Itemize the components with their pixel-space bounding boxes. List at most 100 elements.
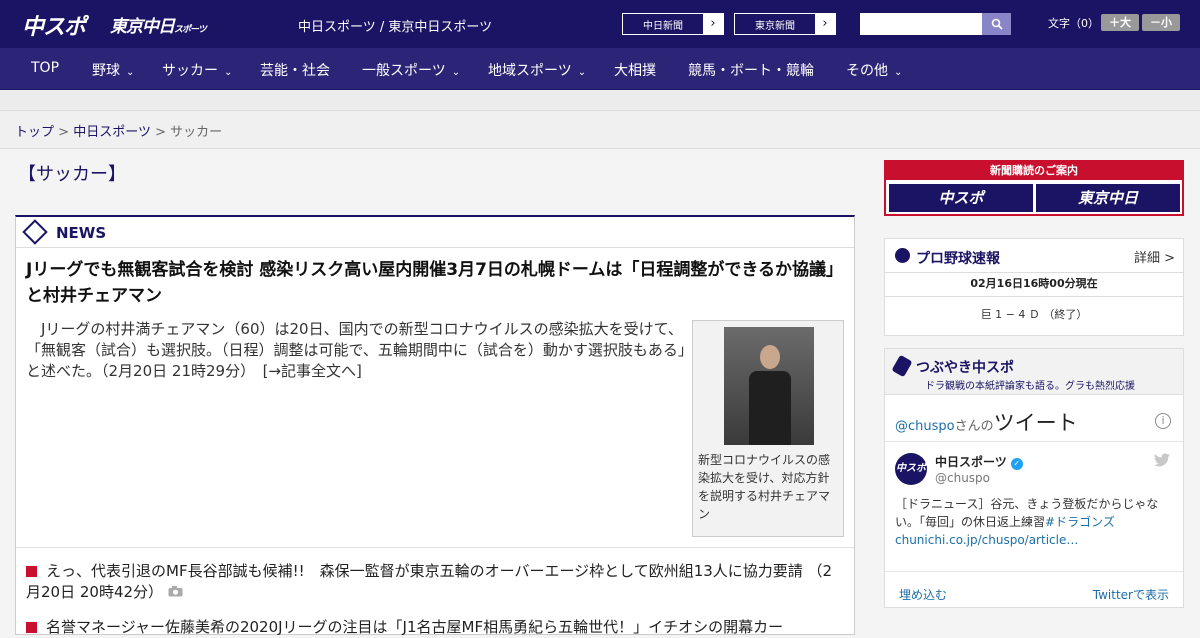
nav-item-baseball[interactable]: 野球 ⌄ bbox=[92, 60, 134, 80]
timeline-title: @chuspoさんのツイート bbox=[895, 407, 1078, 437]
article-lead[interactable]: Jリーグの村井満チェアマン（60）は20日、国内での新型コロナウイルスの感染拡大… bbox=[26, 319, 686, 382]
nav-item-label: サッカー bbox=[162, 63, 218, 79]
pro-baseball-header: プロ野球速報 詳細 > bbox=[885, 239, 1183, 273]
tokyo-shimbun-button[interactable]: 東京新聞 › bbox=[734, 13, 836, 35]
nav-item-soccer[interactable]: サッカー ⌄ bbox=[162, 60, 232, 80]
chunichi-shimbun-label: 中日新聞 bbox=[643, 21, 683, 32]
view-on-twitter-link[interactable]: Twitterで表示 bbox=[1093, 586, 1169, 603]
breadcrumb: トップ > 中日スポーツ > サッカー bbox=[0, 111, 1200, 149]
list-item[interactable]: えっ、代表引退のMF長谷部誠も候補!! 森保一監督が東京五輪のオーバーエージ枠と… bbox=[26, 561, 846, 603]
megaphone-icon bbox=[891, 354, 913, 378]
font-smaller-button[interactable]: －小 bbox=[1142, 14, 1180, 31]
timeline-handle-link[interactable]: @chuspo bbox=[895, 419, 955, 434]
headline-link[interactable]: Jリーグでも無観客試合を検討 感染リスク高い屋内開催3月7日の札幌ドームは「日程… bbox=[26, 257, 846, 309]
tweet-hashtag-link[interactable]: #ドラゴンズ bbox=[1045, 515, 1115, 529]
tokyo-chunichi-logo[interactable]: 東京中日スポーツ bbox=[110, 12, 207, 37]
tweet-author-name-text: 中日スポーツ bbox=[935, 455, 1007, 469]
divider bbox=[885, 441, 1183, 442]
font-size-label: 文字（0） bbox=[1048, 17, 1099, 30]
list-item-text: えっ、代表引退のMF長谷部誠も候補!! 森保一監督が東京五輪のオーバーエージ枠と… bbox=[26, 562, 833, 601]
subscription-banner[interactable]: 新聞購読のご案内 中スポ 東京中日 bbox=[884, 160, 1184, 216]
nav-item-sumo[interactable]: 大相撲 bbox=[614, 60, 656, 80]
pro-baseball-score[interactable]: 巨 1 − 4 Ｄ （終了） bbox=[885, 297, 1183, 333]
tweet-url-link[interactable]: chunichi.co.jp/chuspo/article… bbox=[895, 533, 1078, 547]
breadcrumb-home-link[interactable]: トップ bbox=[15, 125, 54, 140]
bullet-icon bbox=[26, 622, 37, 633]
breadcrumb-current: サッカー bbox=[170, 125, 223, 140]
divider bbox=[16, 547, 854, 548]
nav-item-general-sports[interactable]: 一般スポーツ ⌄ bbox=[362, 60, 460, 80]
search-button[interactable] bbox=[982, 13, 1011, 35]
site-tagline: 中日スポーツ / 東京中日スポーツ bbox=[298, 20, 493, 35]
camera-icon bbox=[168, 586, 183, 597]
verified-icon: ✓ bbox=[1010, 458, 1023, 470]
tweet-author-name[interactable]: 中日スポーツ ✓ bbox=[935, 453, 1023, 470]
chevron-down-icon: ⌄ bbox=[126, 67, 135, 78]
chevron-right-icon: › bbox=[703, 14, 723, 34]
page-title: 【サッカー】 bbox=[18, 164, 126, 185]
news-header: NEWS bbox=[16, 217, 854, 248]
nav-item-entertainment[interactable]: 芸能・社会 bbox=[260, 60, 330, 80]
search-input[interactable] bbox=[860, 13, 982, 35]
breadcrumb-separator: > bbox=[155, 125, 166, 140]
bullet-icon bbox=[26, 566, 37, 577]
tweet-text: ［ドラニュース］谷元、きょう登板だからじゃない。「毎回」の休日返上練習#ドラゴン… bbox=[895, 495, 1173, 549]
twitter-widget-header: つぶやき中スポ ドラ観戦の本紙評論家も語る。グラも熱烈応援 bbox=[885, 349, 1183, 395]
chevron-down-icon: ⌄ bbox=[224, 67, 233, 78]
timeline-san: さんの bbox=[954, 419, 994, 434]
pro-baseball-title: プロ野球速報 bbox=[916, 251, 1000, 267]
nav-item-label: 野球 bbox=[92, 63, 120, 79]
news-label: NEWS bbox=[56, 224, 107, 242]
news-panel: NEWS Jリーグでも無観客試合を検討 感染リスク高い屋内開催3月7日の札幌ドー… bbox=[15, 215, 855, 638]
photo-caption: 新型コロナウイルスの感染拡大を受け、対応方針を説明する村井チェアマン bbox=[698, 453, 831, 521]
pro-baseball-detail-link[interactable]: 詳細 > bbox=[1134, 247, 1175, 266]
baseball-icon bbox=[895, 248, 910, 263]
nav-item-label: その他 bbox=[846, 63, 888, 79]
tokyo-chunichi-logo-text: 東京中日 bbox=[110, 17, 175, 37]
tokyo-shimbun-label: 東京新聞 bbox=[755, 21, 795, 32]
nav-item-label: 一般スポーツ bbox=[362, 63, 446, 79]
tokyo-chunichi-subscribe-logo[interactable]: 東京中日 bbox=[1036, 184, 1180, 212]
embed-link[interactable]: 埋め込む bbox=[899, 586, 947, 603]
chevron-down-icon: ⌄ bbox=[577, 67, 587, 78]
nav-item-label: 地域スポーツ bbox=[488, 63, 572, 79]
ad-band bbox=[0, 90, 1200, 111]
chuspo-logo[interactable]: 中スポ bbox=[22, 9, 86, 41]
photo-body bbox=[749, 371, 791, 445]
breadcrumb-section-link[interactable]: 中日スポーツ bbox=[73, 125, 151, 140]
twitter-widget-title: つぶやき中スポ bbox=[916, 360, 1014, 376]
chunichi-shimbun-button[interactable]: 中日新聞 › bbox=[622, 13, 724, 35]
pro-baseball-widget: プロ野球速報 詳細 > 02月16日16時00分現在 巨 1 − 4 Ｄ （終了… bbox=[884, 238, 1184, 336]
subscription-title: 新聞購読のご案内 bbox=[886, 162, 1182, 180]
tweet-author-handle[interactable]: @chuspo bbox=[935, 471, 990, 485]
divider bbox=[885, 571, 1183, 572]
tokyo-chunichi-logo-small: スポーツ bbox=[174, 25, 207, 35]
chuspo-subscribe-logo[interactable]: 中スポ bbox=[889, 184, 1033, 212]
twitter-bird-icon[interactable] bbox=[1154, 453, 1171, 467]
twitter-widget-subtitle: ドラ観戦の本紙評論家も語る。グラも熱烈応援 bbox=[925, 381, 1135, 392]
main-nav: TOP 野球 ⌄ サッカー ⌄ 芸能・社会 一般スポーツ ⌄ 地域スポーツ ⌄ 大相撲 … bbox=[0, 48, 1200, 90]
tweet-body: ［ドラニュース］谷元、きょう登板だからじゃない。「毎回」の休日返上練習 bbox=[895, 497, 1159, 529]
pro-baseball-time: 02月16日16時00分現在 bbox=[885, 273, 1183, 297]
avatar[interactable]: 中スポ bbox=[895, 453, 927, 485]
info-icon[interactable]: i bbox=[1155, 413, 1171, 429]
timeline-tweets-label: ツイート bbox=[993, 411, 1078, 435]
font-bigger-button[interactable]: ＋大 bbox=[1101, 14, 1139, 31]
search-icon bbox=[991, 18, 1003, 30]
nav-item-other[interactable]: その他 ⌄ bbox=[846, 60, 902, 80]
list-item-text: 名誉マネージャー佐藤美希の2020Jリーグの注目は「J1名古屋MF相馬勇紀ら五輪… bbox=[46, 618, 784, 636]
photo-face bbox=[760, 345, 780, 369]
photo-image bbox=[724, 327, 814, 445]
header-bar: 中スポ 東京中日スポーツ 中日スポーツ / 東京中日スポーツ 中日新聞 › 東京新… bbox=[0, 0, 1200, 48]
breadcrumb-separator: > bbox=[58, 125, 70, 140]
chevron-down-icon: ⌄ bbox=[451, 67, 461, 78]
article-photo[interactable]: 新型コロナウイルスの感染拡大を受け、対応方針を説明する村井チェアマン bbox=[692, 320, 844, 537]
list-item[interactable]: 名誉マネージャー佐藤美希の2020Jリーグの注目は「J1名古屋MF相馬勇紀ら五輪… bbox=[26, 617, 846, 638]
twitter-widget: つぶやき中スポ ドラ観戦の本紙評論家も語る。グラも熱烈応援 @chuspoさんの… bbox=[884, 348, 1184, 608]
nav-item-top[interactable]: TOP bbox=[31, 60, 59, 76]
nav-item-local-sports[interactable]: 地域スポーツ ⌄ bbox=[488, 60, 586, 80]
chevron-down-icon: ⌄ bbox=[894, 67, 903, 78]
news-icon bbox=[22, 219, 48, 245]
chevron-right-icon: › bbox=[815, 14, 835, 34]
nav-item-racing[interactable]: 競馬・ボート・競輪 bbox=[688, 60, 814, 80]
